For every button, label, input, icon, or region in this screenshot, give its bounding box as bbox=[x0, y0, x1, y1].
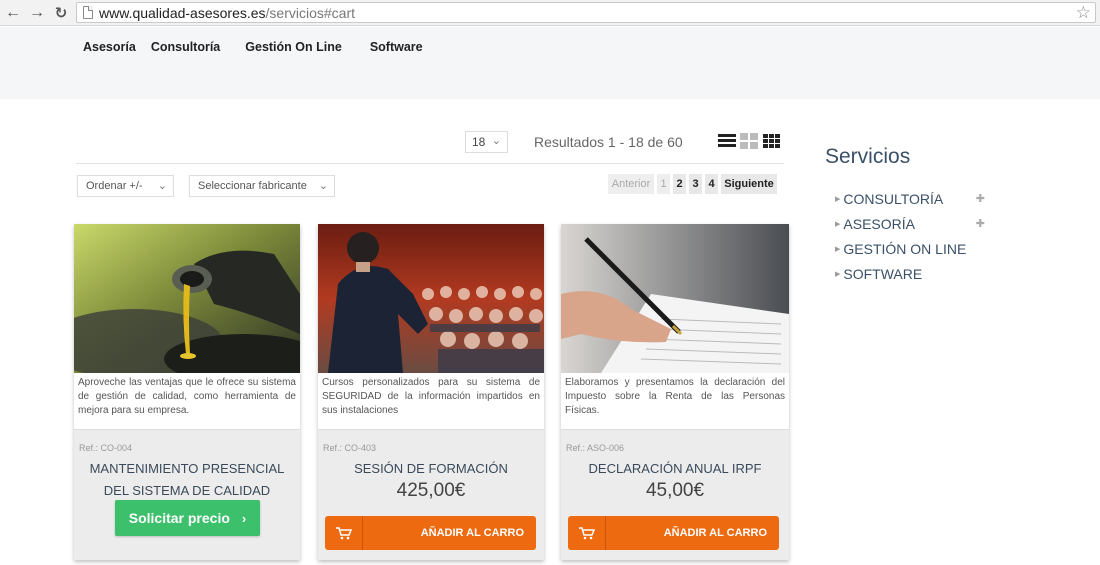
pagination: Anterior 1 2 3 4 Siguiente bbox=[608, 174, 777, 194]
nav-item-gestion-online[interactable]: Gestión On Line bbox=[245, 40, 342, 54]
per-page-select[interactable]: 18 ⌄ bbox=[465, 131, 508, 153]
product-description: Cursos personalizados para su sistema de… bbox=[318, 373, 544, 430]
list-view-icon[interactable] bbox=[718, 133, 736, 149]
triangle-right-icon: ▶ bbox=[835, 245, 841, 253]
product-price: 45,00€ bbox=[645, 480, 705, 501]
nav-item-software[interactable]: Software bbox=[370, 40, 423, 54]
product-card: Aproveche las ventajas que le ofrece su … bbox=[74, 224, 300, 560]
per-page-value: 18 bbox=[472, 135, 486, 149]
expand-plus-icon[interactable]: ✚ bbox=[976, 217, 985, 230]
back-arrow-icon[interactable]: ← bbox=[2, 2, 24, 24]
add-to-cart-button[interactable]: AÑADIR AL CARRO bbox=[325, 516, 536, 550]
expand-plus-icon[interactable]: ✚ bbox=[976, 192, 985, 205]
sidebar-item-asesoria[interactable]: ▶ ASESORÍA ✚ bbox=[835, 211, 985, 236]
url-host: www.qualidad-asesores.es bbox=[99, 4, 266, 21]
chevron-down-icon: ⌄ bbox=[318, 180, 328, 192]
bookmark-star-icon[interactable]: ☆ bbox=[1076, 3, 1091, 23]
pagination-page-4[interactable]: 4 bbox=[705, 174, 718, 194]
add-to-cart-button[interactable]: AÑADIR AL CARRO bbox=[568, 516, 779, 550]
main-nav: Asesoría Consultoría Gestión On Line Sof… bbox=[83, 40, 423, 54]
manufacturer-select-label: Seleccionar fabricante bbox=[198, 180, 307, 192]
order-select[interactable]: Ordenar +/- ⌄ bbox=[77, 175, 174, 197]
view-switcher bbox=[718, 133, 780, 149]
sidebar-item-label: CONSULTORÍA bbox=[843, 190, 944, 207]
add-to-cart-label: AÑADIR AL CARRO bbox=[420, 527, 524, 539]
reload-icon[interactable]: ↻ bbox=[50, 2, 72, 24]
product-image-tax-form[interactable] bbox=[561, 224, 789, 373]
triangle-right-icon: ▶ bbox=[835, 195, 841, 203]
chevron-right-icon: › bbox=[241, 510, 247, 526]
url-path: /servicios#cart bbox=[265, 4, 355, 21]
forward-arrow-icon[interactable]: → bbox=[26, 2, 48, 24]
sidebar-categories: ▶ CONSULTORÍA ✚ ▶ ASESORÍA ✚ ▶ GESTIÓN O… bbox=[835, 186, 985, 286]
sidebar-item-gestion-online[interactable]: ▶ GESTIÓN ON LINE bbox=[835, 236, 985, 261]
request-price-button[interactable]: Solicitar precio › bbox=[115, 500, 260, 536]
browser-toolbar: ← → ↻ www.qualidad-asesores.es/servicios… bbox=[0, 0, 1100, 26]
sidebar-item-software[interactable]: ▶ SOFTWARE bbox=[835, 261, 985, 286]
triangle-right-icon: ▶ bbox=[835, 270, 841, 278]
product-description: Aproveche las ventajas que le ofrece su … bbox=[74, 373, 300, 430]
cart-icon bbox=[568, 516, 606, 550]
product-title[interactable]: DECLARACIÓN ANUAL IRPF bbox=[566, 458, 784, 480]
product-ref: Ref.: CO-403 bbox=[323, 443, 377, 453]
product-card: Cursos personalizados para su sistema de… bbox=[318, 224, 544, 560]
sidebar-item-label: ASESORÍA bbox=[843, 215, 915, 232]
request-price-label: Solicitar precio bbox=[128, 510, 230, 526]
pagination-page-1: 1 bbox=[657, 174, 670, 194]
pagination-page-3[interactable]: 3 bbox=[689, 174, 702, 194]
manufacturer-select[interactable]: Seleccionar fabricante ⌄ bbox=[189, 175, 335, 197]
product-title[interactable]: SESIÓN DE FORMACIÓN bbox=[323, 458, 539, 480]
sidebar-title: Servicios bbox=[825, 145, 911, 168]
product-ref: Ref.: CO-004 bbox=[79, 443, 133, 453]
product-ref: Ref.: ASO-006 bbox=[566, 443, 625, 453]
product-card: Elaboramos y presentamos la declaración … bbox=[561, 224, 789, 560]
product-description: Elaboramos y presentamos la declaración … bbox=[561, 373, 789, 430]
grid-view-icon[interactable] bbox=[740, 133, 758, 149]
nav-item-asesoria[interactable]: Asesoría bbox=[83, 40, 136, 54]
nav-item-consultoria[interactable]: Consultoría bbox=[151, 40, 220, 54]
pagination-next[interactable]: Siguiente bbox=[721, 174, 777, 194]
page-icon bbox=[83, 6, 93, 19]
sidebar-item-consultoria[interactable]: ▶ CONSULTORÍA ✚ bbox=[835, 186, 985, 211]
cart-icon bbox=[325, 516, 363, 550]
compact-grid-view-icon[interactable] bbox=[762, 133, 780, 149]
address-bar[interactable]: www.qualidad-asesores.es/servicios#cart … bbox=[76, 2, 1096, 23]
product-image-oil[interactable] bbox=[74, 224, 300, 373]
sidebar-item-label: SOFTWARE bbox=[843, 265, 923, 282]
product-price: 425,00€ bbox=[396, 480, 466, 501]
product-title[interactable]: MANTENIMIENTO PRESENCIAL DEL SISTEMA DE … bbox=[79, 458, 295, 502]
chevron-down-icon: ⌄ bbox=[157, 180, 167, 192]
sidebar-item-label: GESTIÓN ON LINE bbox=[843, 240, 967, 257]
site-header: Asesoría Consultoría Gestión On Line Sof… bbox=[0, 27, 1100, 99]
results-count: Resultados 1 - 18 de 60 bbox=[534, 134, 683, 150]
pagination-prev[interactable]: Anterior bbox=[608, 174, 654, 194]
toolbar-divider bbox=[76, 163, 784, 164]
chevron-down-icon: ⌄ bbox=[491, 135, 501, 147]
triangle-right-icon: ▶ bbox=[835, 220, 841, 228]
pagination-page-2[interactable]: 2 bbox=[673, 174, 686, 194]
product-image-training[interactable] bbox=[318, 224, 544, 373]
add-to-cart-label: AÑADIR AL CARRO bbox=[663, 527, 767, 539]
order-select-label: Ordenar +/- bbox=[86, 180, 143, 192]
